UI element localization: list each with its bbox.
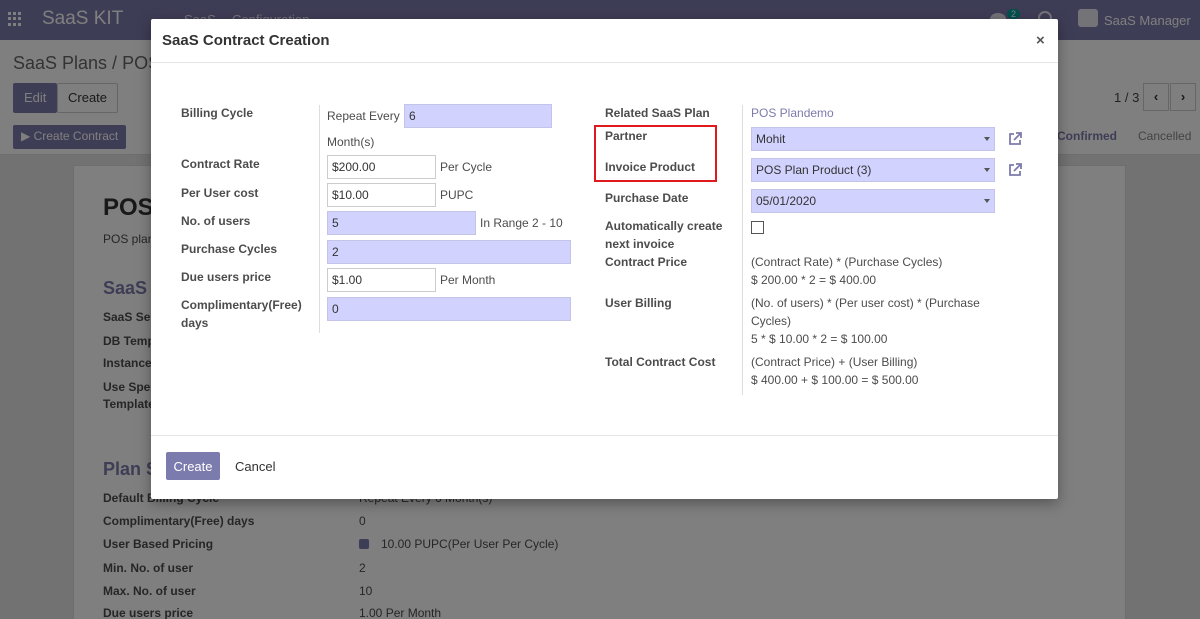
chevron-down-icon: [984, 199, 990, 203]
partner-select[interactable]: Mohit: [751, 127, 995, 151]
purchase-date-input[interactable]: 05/01/2020: [751, 189, 995, 213]
cancel-button[interactable]: Cancel: [227, 452, 283, 480]
repeat-every-input[interactable]: 6: [404, 104, 552, 128]
auto-invoice-label: Automatically create: [605, 219, 723, 233]
due-users-price-input[interactable]: $1.00: [327, 268, 436, 292]
complimentary-days-input[interactable]: 0: [327, 297, 571, 321]
purchase-date-value: 05/01/2020: [756, 194, 817, 208]
contract-price-label: Contract Price: [605, 255, 688, 269]
total-cost-result: $ 400.00 + $ 100.00 = $ 500.00: [751, 373, 919, 387]
auto-invoice-label-line2: next invoice: [605, 237, 675, 251]
complimentary-days-label: Complimentary(Free): [181, 298, 302, 312]
external-link-icon[interactable]: [1006, 130, 1024, 148]
months-text: Month(s): [327, 135, 375, 149]
create-button[interactable]: Create: [166, 452, 220, 480]
dialog-header: SaaS Contract Creation ×: [151, 19, 1058, 63]
dialog-footer: Create Cancel: [151, 435, 1058, 499]
per-user-cost-input[interactable]: $10.00: [327, 183, 436, 207]
external-link-icon[interactable]: [1006, 161, 1024, 179]
no-users-label: No. of users: [181, 214, 251, 228]
partner-value: Mohit: [756, 132, 786, 146]
contract-price-result: $ 200.00 * 2 = $ 400.00: [751, 273, 877, 287]
contract-rate-label: Contract Rate: [181, 157, 260, 171]
user-billing-result: 5 * $ 10.00 * 2 = $ 100.00: [751, 332, 888, 346]
chevron-down-icon: [984, 168, 990, 172]
billing-cycle-label: Billing Cycle: [181, 106, 254, 120]
user-billing-formula: (No. of users) * (Per user cost) * (Purc…: [751, 296, 980, 310]
total-cost-formula: (Contract Price) + (User Billing): [751, 355, 918, 369]
close-icon[interactable]: ×: [1036, 32, 1045, 49]
per-user-cost-label: Per User cost: [181, 186, 259, 200]
purchase-date-label: Purchase Date: [605, 191, 689, 205]
user-billing-formula-line2: Cycles): [751, 314, 792, 328]
related-plan-link[interactable]: POS Plandemo: [751, 104, 834, 122]
per-user-cost-suffix: PUPC: [440, 188, 474, 202]
auto-invoice-checkbox[interactable]: [751, 221, 764, 234]
user-billing-label: User Billing: [605, 296, 672, 310]
purchase-cycles-input[interactable]: 2: [327, 240, 571, 264]
no-users-input[interactable]: 5: [327, 211, 476, 235]
related-plan-label: Related SaaS Plan: [605, 106, 710, 120]
chevron-down-icon: [984, 137, 990, 141]
contract-rate-suffix: Per Cycle: [440, 160, 493, 174]
purchase-cycles-label: Purchase Cycles: [181, 242, 278, 256]
complimentary-days-label-line2: days: [181, 316, 209, 330]
due-users-price-label: Due users price: [181, 270, 272, 284]
left-group-separator: [319, 105, 320, 333]
contract-price-formula: (Contract Rate) * (Purchase Cycles): [751, 255, 943, 269]
invoice-product-label: Invoice Product: [605, 160, 696, 174]
invoice-product-select[interactable]: POS Plan Product (3): [751, 158, 995, 182]
total-cost-label: Total Contract Cost: [605, 355, 716, 369]
due-users-price-suffix: Per Month: [440, 273, 496, 287]
dialog-title: SaaS Contract Creation: [162, 32, 330, 49]
partner-label: Partner: [605, 129, 648, 143]
contract-rate-input[interactable]: $200.00: [327, 155, 436, 179]
right-group-separator: [742, 105, 743, 395]
saas-contract-dialog: SaaS Contract Creation × Billing Cycle R…: [151, 19, 1058, 499]
invoice-product-value: POS Plan Product (3): [756, 163, 872, 177]
repeat-every-text: Repeat Every: [327, 109, 400, 123]
no-users-range: In Range 2 - 10: [480, 216, 563, 230]
